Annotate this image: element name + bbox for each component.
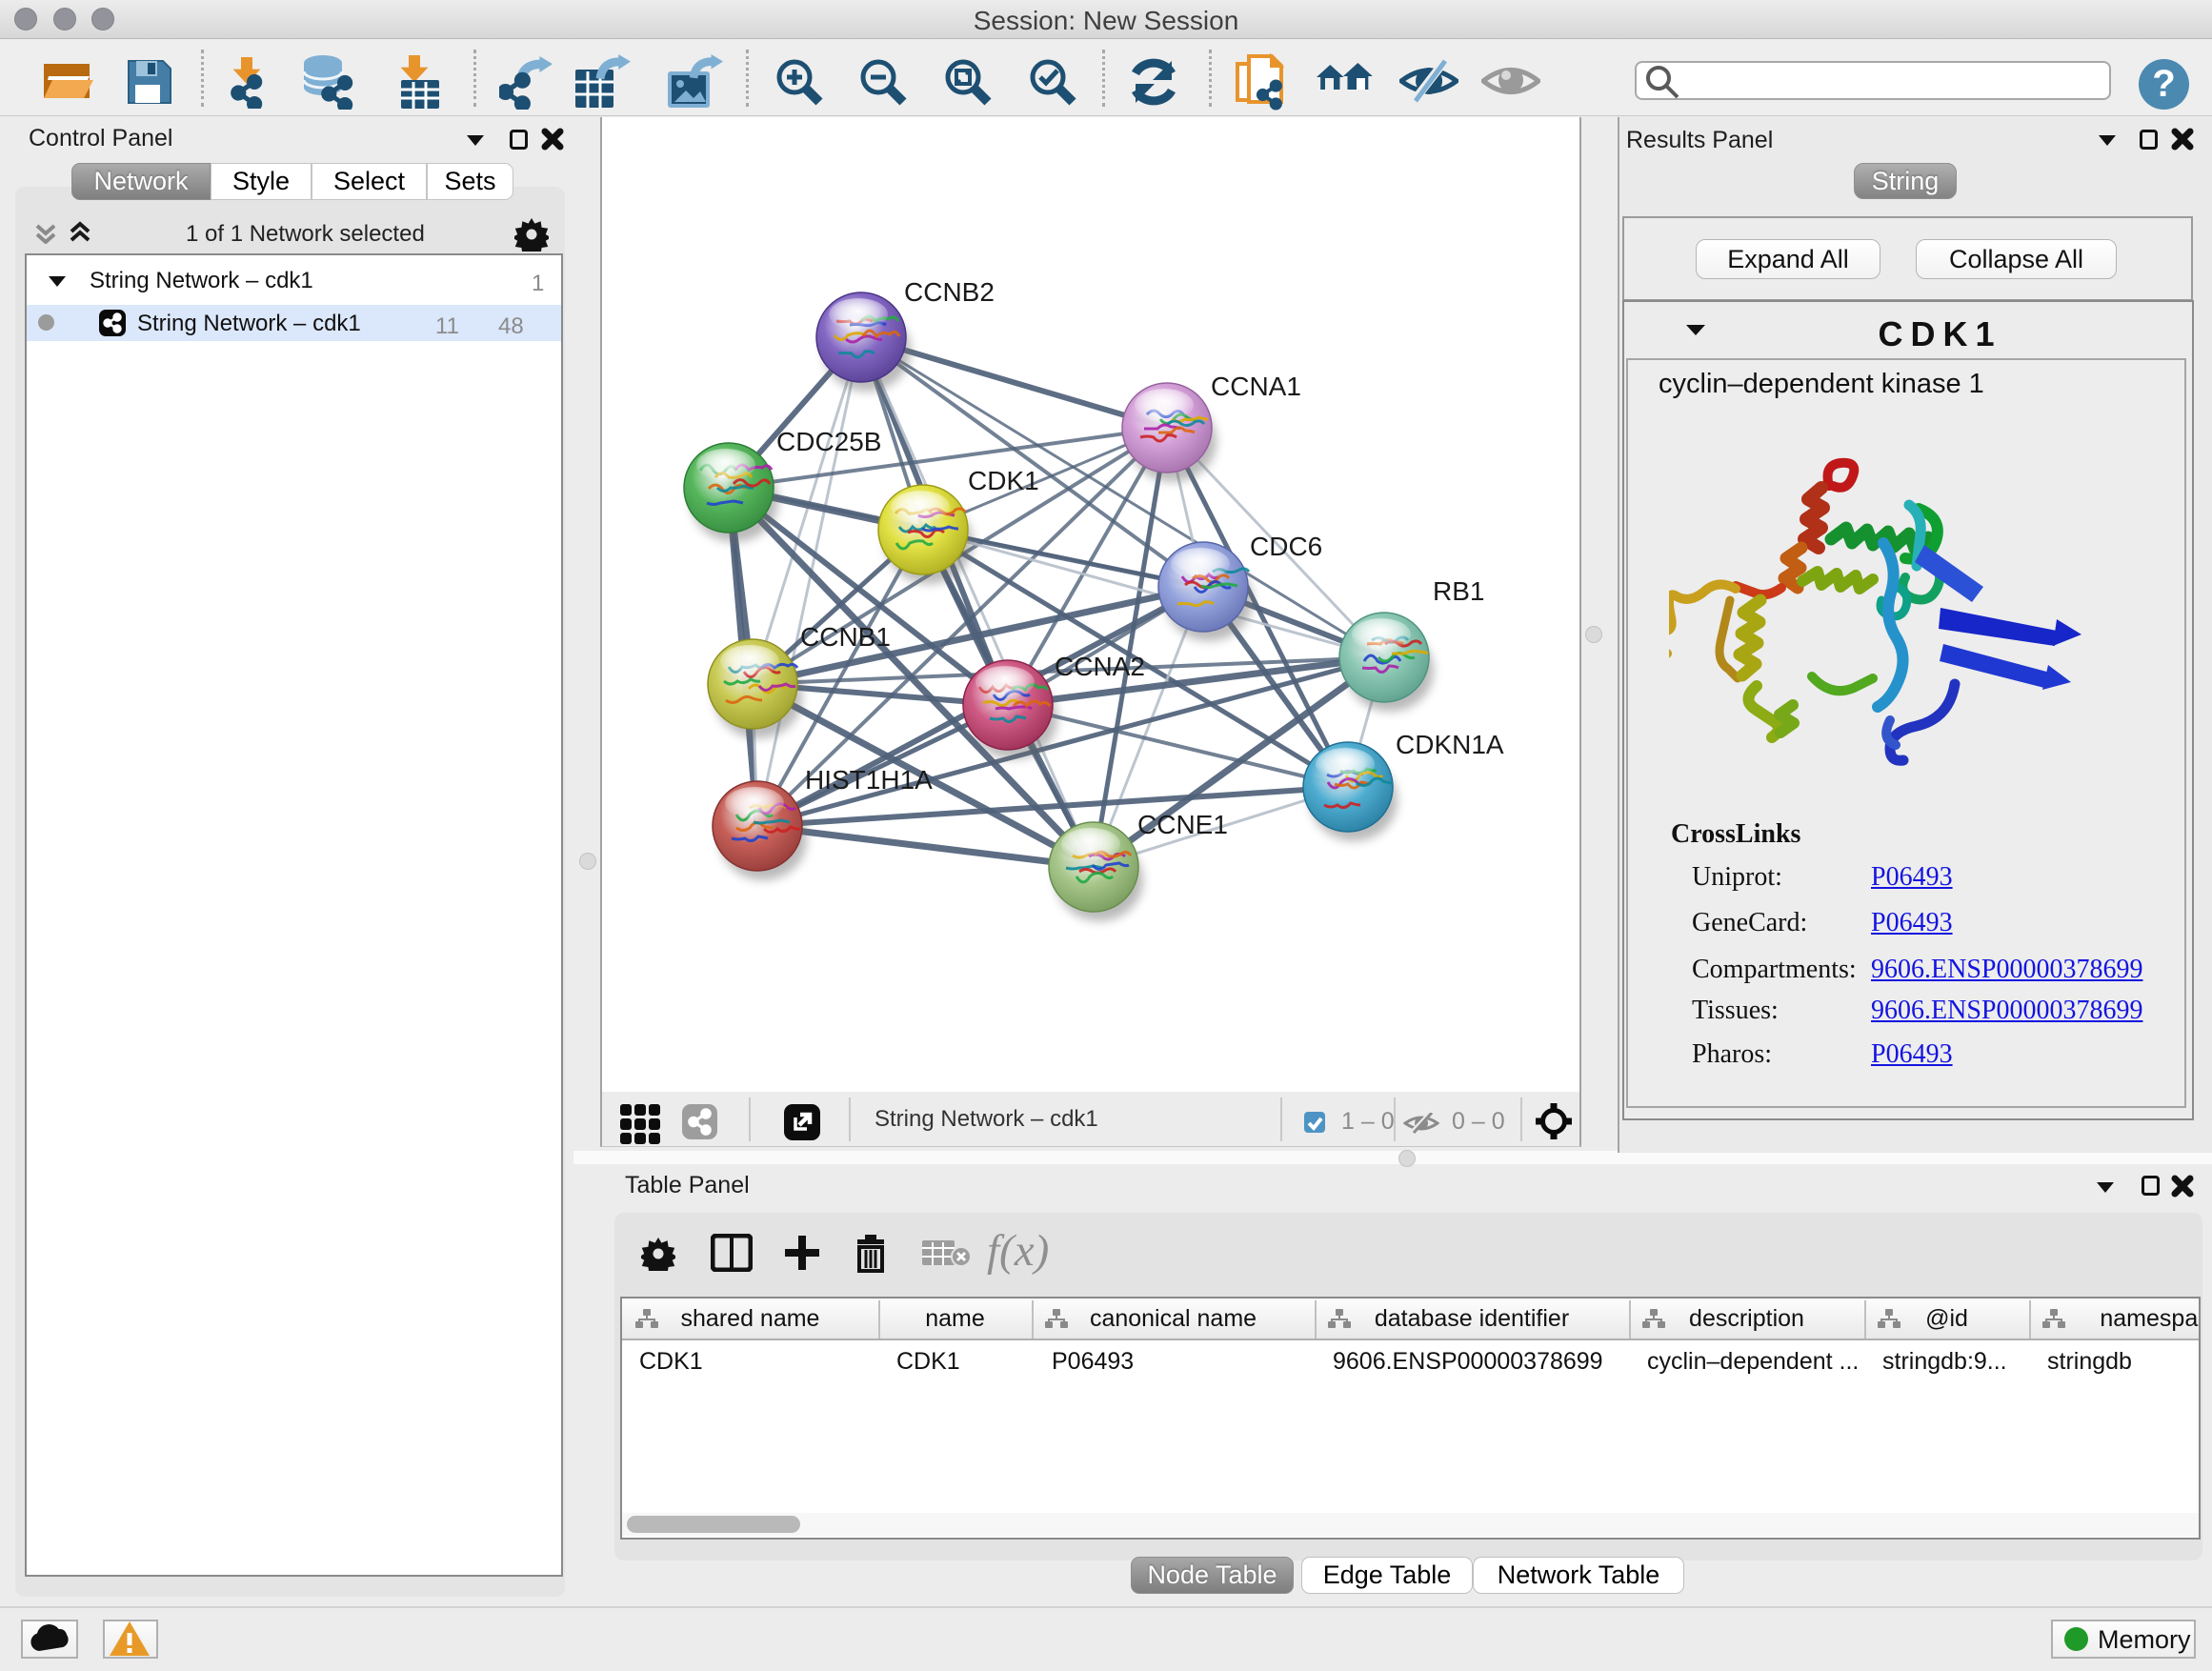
svg-text:HIST1H1A: HIST1H1A (805, 765, 933, 795)
svg-text:CDKN1A: CDKN1A (1396, 730, 1504, 759)
svg-text:CCNB1: CCNB1 (800, 622, 891, 652)
svg-text:CDK1: CDK1 (968, 466, 1039, 495)
svg-text:CCNA2: CCNA2 (1055, 652, 1145, 681)
svg-text:CDC6: CDC6 (1250, 532, 1322, 561)
svg-text:CCNA1: CCNA1 (1211, 372, 1301, 401)
svg-text:RB1: RB1 (1433, 576, 1484, 606)
svg-text:CCNE1: CCNE1 (1137, 810, 1228, 839)
svg-text:CCNB2: CCNB2 (904, 277, 995, 307)
svg-text:CDC25B: CDC25B (776, 427, 881, 456)
